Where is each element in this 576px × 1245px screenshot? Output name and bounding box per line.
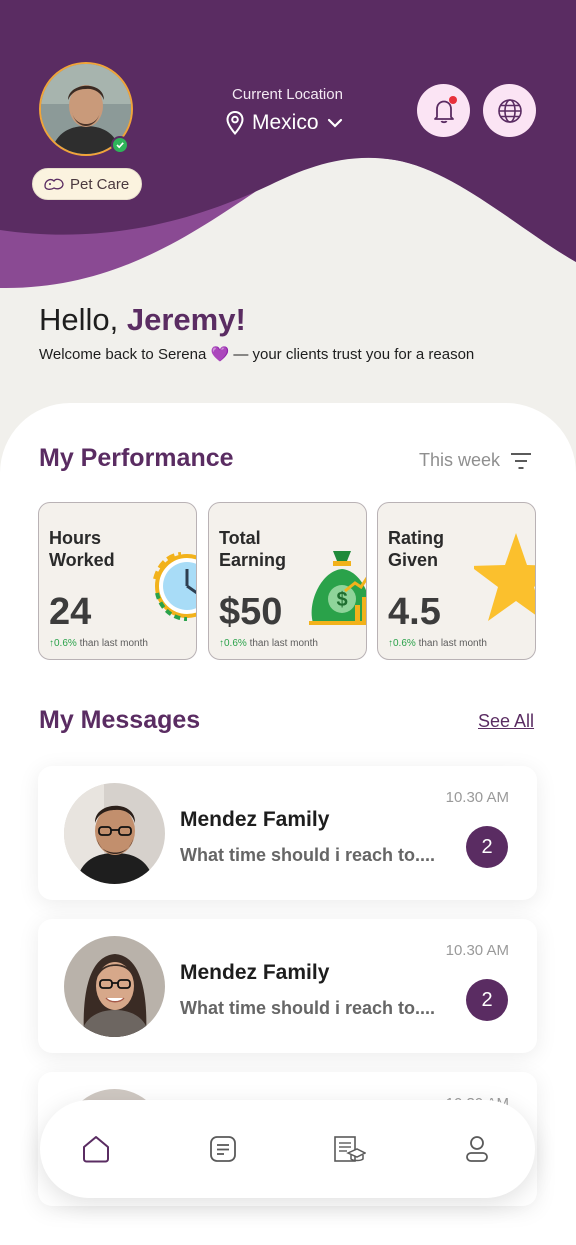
welcome-text: Welcome back to Serena 💜 — your clients … bbox=[39, 346, 475, 363]
location-selector[interactable]: Mexico bbox=[226, 111, 343, 135]
bottom-navigation bbox=[40, 1100, 535, 1198]
message-sender: Mendez Family bbox=[180, 961, 330, 984]
profile-icon bbox=[466, 1136, 488, 1162]
courses-icon bbox=[334, 1136, 366, 1162]
money-bag-icon: $ bbox=[309, 551, 366, 625]
location-label: Current Location bbox=[232, 86, 343, 103]
unread-count-badge: 2 bbox=[466, 826, 508, 868]
hours-worked-card[interactable]: Hours Worked 24 ↑0.6% than last month bbox=[38, 502, 197, 660]
greeting-heading: Hello, Jeremy! bbox=[39, 302, 246, 338]
messages-title: My Messages bbox=[39, 706, 201, 734]
message-time: 10.30 AM bbox=[445, 789, 509, 806]
card-label: Total Earning bbox=[219, 528, 287, 570]
notification-dot bbox=[449, 96, 457, 104]
pet-icon bbox=[44, 178, 64, 190]
card-change: ↑0.6% than last month bbox=[388, 638, 487, 649]
location-pin-icon bbox=[226, 111, 244, 135]
greeting-username: Jeremy! bbox=[126, 302, 246, 337]
nav-documents[interactable] bbox=[204, 1130, 242, 1168]
avatar bbox=[64, 783, 165, 884]
message-preview: What time should i reach to.... bbox=[180, 998, 436, 1018]
svg-text:$: $ bbox=[336, 589, 347, 611]
rating-given-card[interactable]: Rating Given 4.5 ↑0.6% than last month bbox=[377, 502, 536, 660]
message-item[interactable]: Mendez Family What time should i reach t… bbox=[38, 766, 537, 900]
verified-check-icon bbox=[111, 136, 129, 154]
see-all-link[interactable]: See All bbox=[478, 711, 534, 732]
filter-icon bbox=[511, 452, 532, 469]
location-value: Mexico bbox=[252, 111, 319, 134]
card-value: 4.5 bbox=[388, 591, 441, 633]
avatar bbox=[64, 936, 165, 1037]
nav-courses[interactable] bbox=[330, 1130, 368, 1168]
profile-avatar[interactable] bbox=[39, 62, 133, 156]
category-pill-label: Pet Care bbox=[70, 175, 130, 193]
performance-title: My Performance bbox=[39, 444, 234, 472]
greeting-hello: Hello, bbox=[39, 302, 119, 337]
card-change: ↑0.6% than last month bbox=[49, 638, 148, 649]
home-icon bbox=[83, 1136, 109, 1163]
card-value: $50 bbox=[219, 591, 283, 633]
unread-count-badge: 2 bbox=[466, 979, 508, 1021]
chevron-down-icon bbox=[327, 118, 342, 128]
category-pill[interactable]: Pet Care bbox=[32, 168, 143, 200]
clock-icon bbox=[153, 552, 196, 621]
message-time: 10.30 AM bbox=[445, 942, 509, 959]
message-preview: What time should i reach to.... bbox=[180, 845, 436, 865]
card-label: Hours Worked bbox=[49, 528, 115, 570]
document-icon bbox=[210, 1136, 236, 1162]
message-sender: Mendez Family bbox=[180, 808, 330, 831]
notifications-button[interactable] bbox=[417, 84, 470, 137]
star-icon bbox=[474, 533, 535, 621]
period-filter-label: This week bbox=[419, 450, 501, 470]
globe-icon bbox=[497, 98, 522, 123]
nav-profile[interactable] bbox=[458, 1130, 496, 1168]
total-earning-card[interactable]: Total Earning $50 ↑0.6% than last month … bbox=[208, 502, 367, 660]
nav-home[interactable] bbox=[77, 1130, 115, 1168]
card-change: ↑0.6% than last month bbox=[219, 638, 318, 649]
card-label: Rating Given bbox=[388, 528, 444, 570]
language-button[interactable] bbox=[483, 84, 536, 137]
period-filter[interactable]: This week bbox=[419, 450, 532, 471]
message-item[interactable]: Mendez Family What time should i reach t… bbox=[38, 919, 537, 1053]
card-value: 24 bbox=[49, 591, 92, 633]
